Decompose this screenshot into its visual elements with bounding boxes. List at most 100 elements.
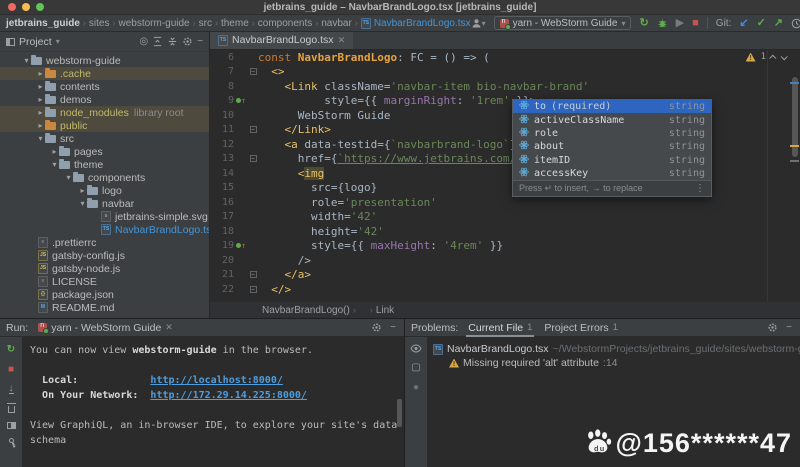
git-update-button[interactable]: ↙ xyxy=(739,17,748,29)
chevron-right-icon[interactable]: ▸ xyxy=(78,186,87,195)
fold-toggle-icon[interactable]: – xyxy=(248,271,258,279)
warning-stripe-mark[interactable] xyxy=(790,145,799,147)
completion-item[interactable]: to (required) string xyxy=(513,100,711,114)
chevron-down-icon[interactable]: ▾ xyxy=(56,37,60,46)
completion-item[interactable]: itemID string xyxy=(513,154,711,167)
panel-settings-gear-icon[interactable] xyxy=(371,322,382,333)
fold-toggle-icon[interactable]: – xyxy=(248,126,258,134)
tab-current-file[interactable]: Current File 1 xyxy=(466,319,534,337)
more-options-icon[interactable]: ⋮ xyxy=(695,183,705,194)
previous-warning-icon[interactable] xyxy=(769,54,777,62)
chevron-down-icon[interactable]: ▾ xyxy=(78,199,87,208)
locate-file-icon[interactable]: ◎ xyxy=(139,36,148,47)
code-line[interactable]: 7 – <> xyxy=(210,65,800,80)
severity-filter-icon[interactable]: ● xyxy=(413,382,419,393)
collapse-all-icon[interactable] xyxy=(152,36,163,47)
debug-button[interactable] xyxy=(657,18,668,29)
tree-item[interactable]: ▸ public xyxy=(0,119,209,132)
tree-item[interactable]: ▸ .cache xyxy=(0,67,209,80)
tree-item[interactable]: TS NavbarBrandLogo.tsx xyxy=(0,223,209,236)
completion-item[interactable]: accessKey string xyxy=(513,167,711,180)
completion-item[interactable]: about string xyxy=(513,140,711,153)
tree-item[interactable]: ▸ contents xyxy=(0,80,209,93)
editor-tab[interactable]: TS NavbarBrandLogo.tsx ✕ xyxy=(210,32,354,49)
console-link[interactable]: http://localhost:8000/ xyxy=(150,375,282,386)
console-link[interactable]: http://172.29.14.225:8000/ xyxy=(150,390,307,401)
project-panel-title[interactable]: Project xyxy=(19,36,52,48)
tree-item[interactable]: ▾ navbar xyxy=(0,197,209,210)
chevron-down-icon[interactable]: ▾ xyxy=(22,56,31,65)
breadcrumb-item[interactable]: webstorm-guide xyxy=(118,18,189,29)
chevron-right-icon[interactable]: ▸ xyxy=(36,108,45,117)
inspection-widget[interactable]: ! 1 xyxy=(745,52,788,62)
preview-eye-icon[interactable] xyxy=(410,344,422,353)
code-line[interactable]: 20 /> xyxy=(210,253,800,268)
code-line[interactable]: 8 <Link className='navbar-item bio-navba… xyxy=(210,79,800,94)
breadcrumb-file[interactable]: TS NavbarBrandLogo.tsx xyxy=(360,17,471,29)
problems-file-row[interactable]: TS NavbarBrandLogo.tsx ~/WebstormProject… xyxy=(433,342,800,356)
run-configuration-select[interactable]: yarn - WebStorm Guide ▾ xyxy=(493,16,632,30)
tree-item[interactable]: JS gatsby-node.js xyxy=(0,262,209,275)
editor-breadcrumb-item[interactable]: NavbarBrandLogo() xyxy=(262,305,350,316)
completion-item[interactable]: activeClassName string xyxy=(513,113,711,126)
tree-item[interactable]: M README.md xyxy=(0,301,209,314)
expand-icon[interactable] xyxy=(167,36,178,47)
chevron-right-icon[interactable]: ▸ xyxy=(36,82,45,91)
chevron-right-icon[interactable]: ▸ xyxy=(36,95,45,104)
tree-item[interactable]: ▾ theme xyxy=(0,158,209,171)
run-tab[interactable]: yarn - WebStorm Guide ✕ xyxy=(36,319,175,337)
code-line[interactable]: 22 – </> xyxy=(210,282,800,297)
tree-item[interactable]: JS gatsby-config.js xyxy=(0,249,209,262)
rerun-button[interactable]: ↻ xyxy=(639,17,648,29)
code-line[interactable]: 18 height='42' xyxy=(210,224,800,239)
tree-item[interactable]: ▾ webstorm-guide xyxy=(0,54,209,67)
breadcrumb-item[interactable]: sites xyxy=(89,18,110,29)
rerun-icon[interactable]: ↻ xyxy=(7,344,15,355)
user-avatar-icon[interactable]: ▾ xyxy=(471,18,486,29)
fold-toggle-icon[interactable]: – xyxy=(248,68,258,76)
tree-item[interactable]: s jetbrains-simple.svg xyxy=(0,210,209,223)
chevron-down-icon[interactable]: ▾ xyxy=(64,173,73,182)
problems-warning-row[interactable]: ! Missing required 'alt' attribute :14 xyxy=(433,356,800,370)
chevron-right-icon[interactable]: ▸ xyxy=(36,121,45,130)
tree-item[interactable]: {} package.json xyxy=(0,288,209,301)
tree-item[interactable]: ▸ demos xyxy=(0,93,209,106)
zoom-window-icon[interactable] xyxy=(36,3,44,11)
completion-item[interactable]: role string xyxy=(513,127,711,140)
tree-item[interactable]: ▾ src xyxy=(0,132,209,145)
panel-settings-gear-icon[interactable] xyxy=(767,322,778,333)
gutter-marker-icon[interactable]: ↑ xyxy=(234,241,248,250)
hide-panel-icon[interactable]: − xyxy=(390,322,396,333)
pin-tab-icon[interactable] xyxy=(7,437,15,444)
breadcrumb-item[interactable]: components xyxy=(258,18,312,29)
editor-breadcrumb-item[interactable]: Link xyxy=(376,305,394,316)
stop-icon[interactable]: ■ xyxy=(8,364,14,375)
info-stripe-mark[interactable] xyxy=(790,82,799,84)
tree-item[interactable]: ≡ LICENSE xyxy=(0,275,209,288)
stop-button[interactable]: ■ xyxy=(692,17,699,29)
stripe-mark[interactable] xyxy=(790,160,799,162)
code-line[interactable]: 17 width='42' xyxy=(210,210,800,225)
code-line[interactable]: 21 – </a> xyxy=(210,268,800,283)
coverage-button[interactable]: ▶ xyxy=(676,17,684,29)
run-console[interactable]: You can now view webstorm-guide in the b… xyxy=(22,337,404,467)
split-console-icon[interactable] xyxy=(6,422,16,429)
tree-item[interactable]: ▸ node_modules library root xyxy=(0,106,209,119)
breadcrumb-item[interactable]: jetbrains_guide xyxy=(6,18,80,29)
tree-item[interactable]: ▾ components xyxy=(0,171,209,184)
tree-item[interactable]: ≡ .prettierrc xyxy=(0,236,209,249)
tree-item[interactable]: ▸ logo xyxy=(0,184,209,197)
fold-toggle-icon[interactable]: – xyxy=(248,285,258,293)
breadcrumb-item[interactable]: src xyxy=(199,18,212,29)
hide-panel-icon[interactable]: − xyxy=(197,36,203,47)
tree-item[interactable]: ▸ pages xyxy=(0,145,209,158)
history-button[interactable] xyxy=(791,18,800,29)
open-in-editor-icon[interactable]: ▢ xyxy=(411,362,420,373)
minimize-window-icon[interactable] xyxy=(22,3,30,11)
chevron-right-icon[interactable]: ▸ xyxy=(50,147,59,156)
clear-console-icon[interactable] xyxy=(6,403,16,413)
close-tab-icon[interactable]: ✕ xyxy=(338,35,346,46)
fold-toggle-icon[interactable]: – xyxy=(248,155,258,163)
chevron-right-icon[interactable]: ▸ xyxy=(36,69,45,78)
breadcrumb-item[interactable]: theme xyxy=(221,18,249,29)
